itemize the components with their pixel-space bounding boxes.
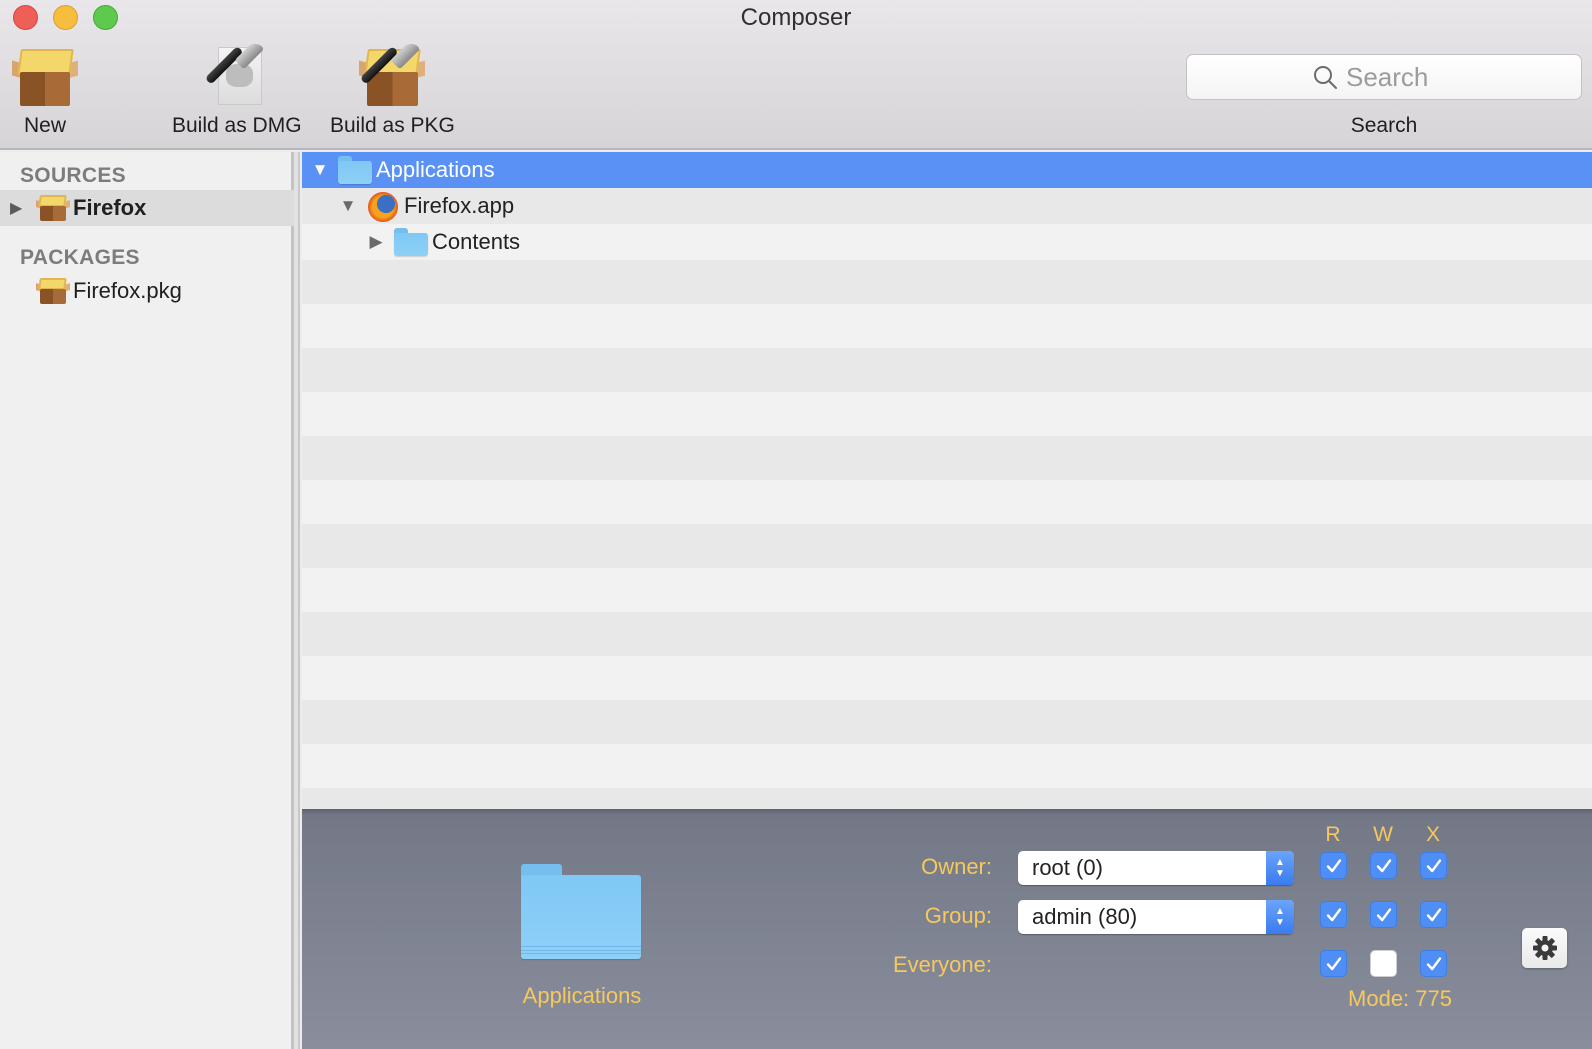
owner-write-checkbox[interactable] (1370, 852, 1397, 879)
everyone-execute-checkbox[interactable] (1420, 950, 1447, 977)
sidebar-item-firefox-source[interactable]: ▶ Firefox (0, 190, 294, 226)
checkmark-icon (1376, 907, 1391, 921)
empty-row (302, 788, 1592, 809)
permissions-panel: Applications Owner: Group: Everyone: roo… (302, 809, 1592, 1049)
window-title: Composer (740, 4, 852, 31)
checkmark-icon (1326, 907, 1341, 921)
search-icon (1314, 66, 1337, 89)
disclosure-triangle-collapsed-icon[interactable]: ▶ (10, 198, 30, 218)
sidebar-item-label: Firefox (73, 195, 147, 220)
checkmark-icon (1326, 956, 1341, 970)
selected-item-name: Applications (522, 983, 642, 1008)
title-bar: Composer New Build as DMG Build as PKG S… (0, 0, 1592, 150)
package-box-icon (12, 44, 78, 110)
checkmark-icon (1426, 858, 1441, 872)
read-column-header: R (1325, 823, 1341, 846)
search-input[interactable] (1346, 61, 1456, 93)
group-select[interactable]: admin (80) ▲ ▼ (1018, 900, 1294, 934)
empty-row (302, 480, 1592, 524)
empty-row (302, 348, 1592, 392)
sidebar-item-firefox-pkg[interactable]: Firefox.pkg (0, 273, 294, 309)
hammer-disk-icon (204, 39, 270, 110)
empty-row (302, 656, 1592, 700)
gear-icon (1532, 936, 1557, 960)
up-down-chevron-icon: ▲ ▼ (1266, 851, 1294, 885)
empty-row (302, 392, 1592, 436)
everyone-read-checkbox[interactable] (1320, 950, 1347, 977)
disclosure-triangle-expanded-icon[interactable]: ▼ (310, 160, 330, 180)
new-button[interactable]: New (12, 44, 78, 138)
tree-row-label: Contents (432, 229, 521, 254)
search-field[interactable] (1186, 54, 1582, 100)
build-as-pkg-label: Build as PKG (330, 114, 455, 137)
folder-icon (521, 864, 641, 959)
everyone-label: Everyone: (892, 952, 992, 977)
firefox-icon (366, 192, 400, 222)
empty-row (302, 568, 1592, 612)
build-as-dmg-button[interactable]: Build as DMG (172, 39, 302, 138)
action-menu-button[interactable] (1522, 928, 1567, 968)
checkmark-icon (1426, 956, 1441, 970)
tree-row-label: Firefox.app (404, 193, 515, 218)
empty-row (302, 700, 1592, 744)
checkmark-icon (1426, 907, 1441, 921)
everyone-write-checkbox[interactable] (1370, 950, 1397, 977)
group-execute-checkbox[interactable] (1420, 901, 1447, 928)
owner-label: Owner: (921, 854, 992, 879)
write-column-header: W (1373, 823, 1393, 846)
tree-row-applications[interactable]: ▼ Applications (302, 152, 1592, 188)
tree-row-contents[interactable]: ▶ Contents (302, 224, 1592, 260)
empty-row (302, 304, 1592, 348)
owner-read-checkbox[interactable] (1320, 852, 1347, 879)
checkmark-icon (1326, 858, 1341, 872)
group-write-checkbox[interactable] (1370, 901, 1397, 928)
execute-column-header: X (1425, 823, 1440, 846)
checkmark-icon (1376, 858, 1391, 872)
folder-icon (338, 156, 372, 184)
empty-row (302, 612, 1592, 656)
group-read-checkbox[interactable] (1320, 901, 1347, 928)
tree-row-label: Applications (376, 157, 495, 182)
search-label: Search (1350, 114, 1418, 137)
package-box-icon (36, 276, 70, 306)
owner-execute-checkbox[interactable] (1420, 852, 1447, 879)
group-label: Group: (924, 903, 992, 928)
split-view-divider[interactable] (294, 152, 300, 1049)
disclosure-triangle-expanded-icon[interactable]: ▼ (338, 196, 358, 216)
group-select-value: admin (80) (1032, 904, 1138, 929)
owner-select[interactable]: root (0) ▲ ▼ (1018, 851, 1294, 885)
tree-row-firefox-app[interactable]: ▼ Firefox.app (302, 188, 1592, 224)
package-box-icon (36, 193, 70, 223)
owner-select-value: root (0) (1032, 855, 1103, 880)
new-button-label: New (23, 114, 66, 137)
packages-header: PACKAGES (20, 246, 140, 269)
build-as-dmg-label: Build as DMG (172, 114, 302, 137)
disclosure-triangle-collapsed-icon[interactable]: ▶ (366, 232, 386, 252)
hammer-package-icon (359, 39, 426, 110)
empty-row (302, 524, 1592, 568)
sidebar: SOURCES ▶ Firefox PACKAGES Firefox.pkg (0, 152, 294, 1049)
folder-icon (394, 228, 428, 256)
empty-row (302, 260, 1592, 304)
mode-readout: Mode: 775 (1348, 986, 1452, 1011)
build-as-pkg-button[interactable]: Build as PKG (330, 39, 455, 138)
sidebar-item-label: Firefox.pkg (73, 278, 182, 303)
empty-row (302, 744, 1592, 788)
file-tree: ▼ Applications ▼ Firefox.app ▶ Contents (302, 152, 1592, 809)
empty-row (302, 436, 1592, 480)
sources-header: SOURCES (20, 164, 126, 187)
up-down-chevron-icon: ▲ ▼ (1266, 900, 1294, 934)
